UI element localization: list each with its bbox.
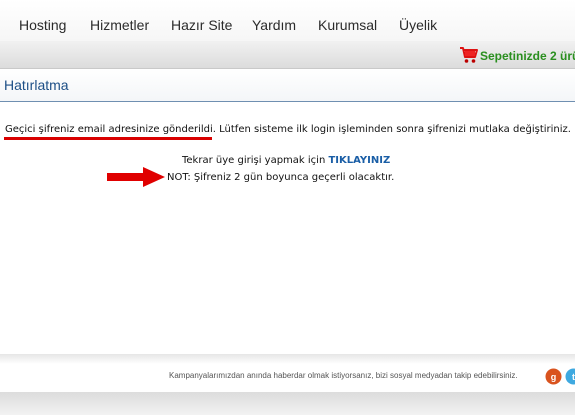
relogin-prefix: Tekrar üye girişi yapmak için — [182, 155, 329, 166]
twitter-icon[interactable]: t — [565, 368, 575, 385]
page-title-bar: Hatırlatma — [0, 69, 575, 102]
nav-item-yardim[interactable]: Yardım — [252, 17, 296, 33]
validity-note: NOT: Şifreniz 2 gün boyunca geçerli olac… — [167, 172, 395, 183]
nav-item-kurumsal[interactable]: Kurumsal — [318, 17, 377, 33]
cart-summary-text: Sepetinizde 2 ürün — [480, 49, 575, 63]
page-title: Hatırlatma — [4, 77, 69, 93]
svg-text:g: g — [551, 372, 557, 382]
footer-separator — [0, 354, 575, 364]
google-plus-icon[interactable]: g — [545, 368, 562, 385]
footer-social-text: Kampanyalarımızdan anında haberdar olmak… — [169, 371, 518, 380]
message-rest: Lütfen sisteme ilk login işleminden sonr… — [215, 124, 571, 135]
nav-item-hosting[interactable]: Hosting — [19, 17, 66, 33]
cart-bar: Sepetinizde 2 ürün — [0, 41, 575, 69]
relogin-link[interactable]: TIKLAYINIZ — [328, 155, 390, 166]
footer: Kampanyalarımızdan anında haberdar olmak… — [0, 364, 575, 392]
nav-item-uyelik[interactable]: Üyelik — [399, 17, 437, 33]
message-highlight: Geçici şifreniz email adresinize gönderi… — [5, 124, 216, 135]
shopping-cart-icon — [460, 47, 478, 63]
red-arrow-icon — [107, 167, 165, 187]
password-sent-message: Geçici şifreniz email adresinize gönderi… — [5, 124, 571, 135]
highlight-underline — [4, 137, 212, 140]
nav-item-hizmetler[interactable]: Hizmetler — [90, 17, 149, 33]
relogin-line: Tekrar üye girişi yapmak için TIKLAYINIZ — [182, 155, 390, 166]
top-navigation: Hosting Hizmetler Hazır Site Yardım Kuru… — [0, 0, 575, 47]
footer-bottom-bar — [0, 392, 575, 415]
nav-item-hazir-site[interactable]: Hazır Site — [171, 17, 232, 33]
